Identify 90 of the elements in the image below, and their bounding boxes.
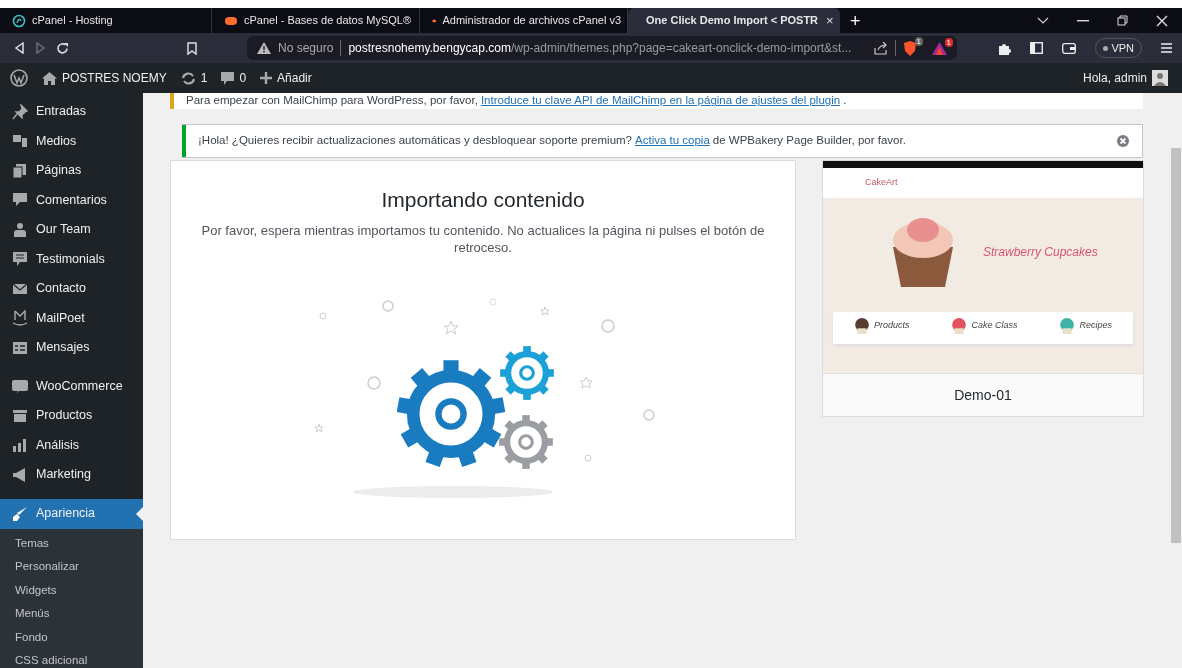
tab-title: cPanel - Hosting <box>32 13 114 29</box>
m-letter-icon <box>12 310 28 327</box>
sidebar-item[interactable]: WooCommerce <box>0 371 143 401</box>
restore-icon[interactable] <box>1117 15 1128 26</box>
sidebar-item[interactable]: Our Team <box>0 215 143 245</box>
submenu-item[interactable]: CSS adicional <box>0 649 143 668</box>
sidebar-item[interactable]: Marketing <box>0 460 143 490</box>
add-new-link[interactable]: Añadir <box>260 69 312 87</box>
cupcake-icon <box>951 318 968 334</box>
sidebar-item[interactable]: MailPoet <box>0 303 143 333</box>
preview-feature: Recipes <box>1079 319 1112 333</box>
demo-card[interactable]: CakeArt Strawberry Cupcakes Products Cake Class Recipes Demo-01 <box>822 160 1144 417</box>
preview-feature: Products <box>874 319 910 333</box>
sidebar-item[interactable]: Medios <box>0 126 143 156</box>
submenu-item[interactable]: Fondo <box>0 625 143 649</box>
reload-icon[interactable] <box>56 41 69 55</box>
comments-link[interactable]: 0 <box>221 69 247 87</box>
back-icon[interactable] <box>14 42 25 54</box>
preview-logo: CakeArt <box>865 176 898 190</box>
submenu-item[interactable]: Temas <box>0 531 143 555</box>
sidebar-item[interactable]: Análisis <box>0 430 143 460</box>
url-text: postresnohemy.bengycap.com/wp-admin/themes.php?page=cakeart-onclick-demo-import&st... <box>348 40 852 57</box>
security-label: No seguro <box>278 40 334 57</box>
sidebar-item[interactable]: Entradas <box>0 97 143 127</box>
megaphone-icon <box>12 466 28 483</box>
submenu-item[interactable]: Personalizar <box>0 555 143 579</box>
avatar-icon <box>1152 70 1168 86</box>
close-tab-button[interactable]: × <box>824 14 836 27</box>
sidebar-icon[interactable] <box>1030 42 1044 54</box>
sidebar-item[interactable]: Apariencia <box>0 498 143 529</box>
triangle-icon[interactable] <box>932 41 947 55</box>
minimize-icon[interactable] <box>1077 19 1089 22</box>
plus-icon <box>260 72 273 84</box>
preview-headline: Strawberry Cupcakes <box>983 244 1098 261</box>
pin-icon <box>12 103 28 120</box>
hosting-logo-icon <box>12 13 26 28</box>
forward-icon[interactable] <box>35 42 46 54</box>
warning-icon <box>257 42 271 54</box>
dismiss-button[interactable] <box>1116 134 1130 148</box>
puzzle-icon[interactable] <box>998 41 1012 55</box>
notice-text: ¡Hola! ¿Quieres recibir actualizaciones automáticas y desbloquear soporte premium? Activa tu copia de WPBakery Page Builder, por favor. <box>186 125 1116 157</box>
panel-title: Importando contenido <box>380 187 586 213</box>
person-icon <box>12 221 28 238</box>
sidebar-item[interactable]: Testimonials <box>0 244 143 274</box>
address-bar[interactable]: No seguro postresnohemy.bengycap.com/wp-admin/themes.php?page=cakeart-onclick-demo-import&st... 1 1 <box>247 36 957 60</box>
refresh-icon <box>180 71 196 85</box>
preview-feature: Cake Class <box>971 319 1018 333</box>
tab-title: One Click Demo Import < POSTR <box>646 13 819 29</box>
wallet-icon[interactable] <box>1062 42 1077 54</box>
site-name-link[interactable]: POSTRES NOEMY <box>42 69 167 87</box>
panel-message: Por favor, espera mientras importamos tu contenido. No actualices la página ni pulses el botón de retroceso. <box>200 222 766 257</box>
updates-link[interactable]: 1 <box>180 69 208 87</box>
speech-bubble-icon <box>12 251 28 268</box>
sidebar-item[interactable]: Productos <box>0 401 143 431</box>
bookmark-icon[interactable] <box>187 41 197 55</box>
cupcake-icon <box>1059 318 1076 334</box>
sidebar-item[interactable]: Mensajes <box>0 333 143 363</box>
notice-link[interactable]: Introduce tu clave API de MailChimp en la página de ajustes del plugin <box>480 93 841 110</box>
tab-title: Administrador de archivos cPanel v3 <box>442 13 621 29</box>
pages-icon <box>12 162 28 179</box>
submenu-item[interactable]: Menús <box>0 602 143 626</box>
close-icon[interactable] <box>1156 14 1168 27</box>
comment-icon <box>221 71 235 85</box>
share-icon[interactable] <box>874 41 888 55</box>
tab-title: cPanel - Bases de datos MySQL® <box>244 13 413 29</box>
tab-list-icon[interactable] <box>1037 16 1049 25</box>
demo-name: Demo-01 <box>823 373 1143 416</box>
browser-tab[interactable]: One Click Demo Import < POSTR × <box>628 8 840 33</box>
brush-icon <box>12 505 28 522</box>
menu-icon[interactable] <box>1161 43 1172 53</box>
bar-chart-icon <box>12 437 28 454</box>
account-link[interactable]: Hola, admin <box>1082 69 1168 87</box>
box-icon <box>12 407 28 424</box>
count-badge: 1 <box>914 36 923 46</box>
sidebar-item[interactable]: Páginas <box>0 156 143 186</box>
notice-text: Para empezar con MailChimp para WordPress, por favor, Introduce tu clave API de MailChimp en la página de ajustes del plugin . <box>174 93 1143 109</box>
sidebar-item[interactable]: Comentarios <box>0 185 143 215</box>
sidebar-item[interactable]: Contacto <box>0 274 143 304</box>
comment-icon <box>12 192 28 209</box>
notice-link[interactable]: Activa tu copia <box>635 132 710 150</box>
form-icon <box>12 339 28 356</box>
media-icon <box>12 133 28 150</box>
wordpress-logo-icon[interactable] <box>10 69 28 87</box>
home-icon <box>42 71 57 85</box>
lion-shield-icon[interactable] <box>903 40 917 56</box>
new-tab-button[interactable]: + <box>840 8 871 33</box>
cupcake-icon <box>854 318 870 334</box>
submenu-item[interactable]: Widgets <box>0 578 143 602</box>
count-badge: 1 <box>944 37 953 47</box>
speech-bubble-icon <box>12 378 28 395</box>
